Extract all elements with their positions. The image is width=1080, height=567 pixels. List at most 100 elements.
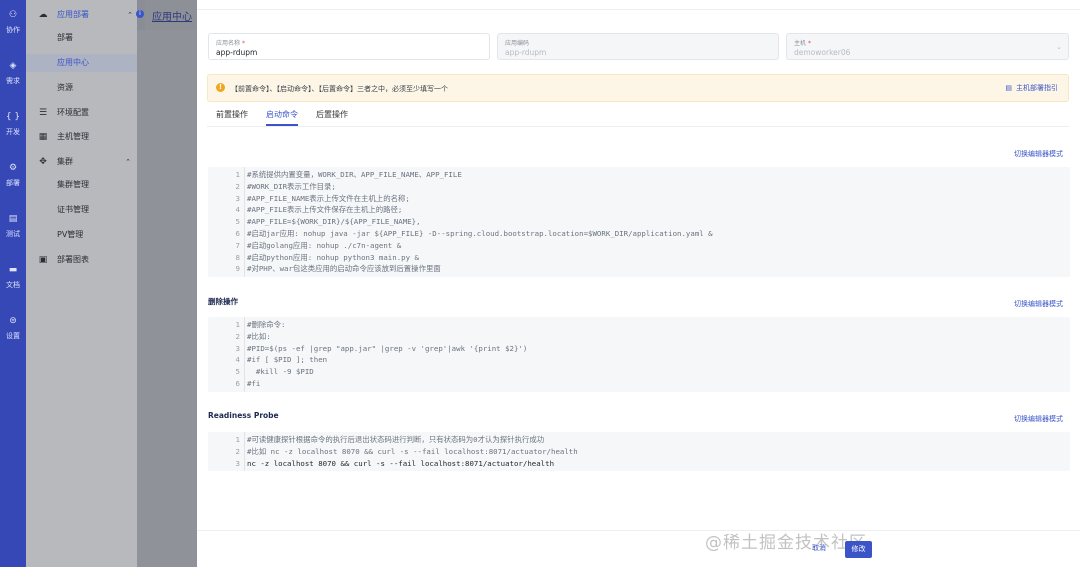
settings-icon: ⊜: [9, 316, 17, 326]
cube-icon: ◈: [9, 61, 17, 71]
line-number: 1: [235, 170, 240, 179]
app-code-label: 应用编码: [505, 40, 530, 47]
code-line: 4 #if [ $PID ]; then: [208, 354, 1070, 366]
sidebar-item-cluster[interactable]: ✥ 集群 ⌃: [26, 153, 137, 171]
sidebar-item-host-management[interactable]: ▦ 主机管理: [26, 128, 137, 146]
tab-post-operation[interactable]: 后置操作: [316, 109, 348, 126]
app-name-label: 应用名称: [216, 40, 241, 47]
line-number: 4: [235, 205, 240, 215]
sidebar-item-deploy-chart[interactable]: ▣ 部署图表: [26, 251, 137, 269]
watermark: @稀土掘金技术社区: [705, 533, 867, 553]
start-command-editor[interactable]: 1 #系统提供内置变量，WORK_DIR、APP_FILE_NAME、APP_FI…: [208, 167, 1070, 277]
code-text: #APP_FILE=${WORK_DIR}/${APP_FILE_NAME},: [247, 217, 421, 227]
chevron-down-icon: ⌄: [1056, 43, 1062, 51]
test-icon: ▤: [8, 214, 18, 224]
rail-item-test[interactable]: ▤ 测试: [0, 213, 26, 239]
app-code-field: 应用编码 app-rdupm: [497, 33, 779, 60]
app-name-value: app-rdupm: [216, 48, 258, 57]
code-text: #启动jar应用: nohup java -jar ${APP_FILE} -D…: [247, 228, 713, 238]
code-line: 6 #启动jar应用: nohup java -jar ${APP_FILE} -…: [208, 228, 1070, 240]
docs-icon: ▬: [8, 265, 18, 275]
cloud-icon: ☁: [38, 10, 48, 20]
tab-start-command[interactable]: 启动命令: [266, 109, 298, 126]
switch-editor-mode-button[interactable]: 切换编辑器模式: [1014, 149, 1063, 159]
code-line: 3 nc -z localhost 8070 && curl -s --fail …: [208, 458, 1070, 470]
cancel-button[interactable]: 取消: [812, 543, 826, 553]
rail-item-settings[interactable]: ⊜ 设置: [0, 315, 26, 341]
tab-pre-operation[interactable]: 前置操作: [216, 109, 248, 126]
code-line: 3 #APP_FILE_NAME表示上传文件在主机上的名称;: [208, 193, 1070, 205]
page-title: 应用中心: [152, 12, 192, 23]
tab-divider: [207, 126, 1069, 127]
line-number: 4: [235, 355, 240, 365]
app-name-field[interactable]: 应用名称 * app-rdupm: [208, 33, 490, 60]
code-text: #APP_FILE_NAME表示上传文件在主机上的名称;: [247, 193, 410, 203]
readiness-probe-title: Readiness Probe: [208, 411, 279, 420]
save-button[interactable]: 修改: [845, 541, 872, 558]
info-badge: i: [136, 10, 144, 18]
code-text: #可读健康探针根据命令的执行后退出状态码进行判断，只有状态码为0才认为探针执行成…: [247, 435, 545, 444]
line-number: 5: [235, 217, 240, 227]
code-text: #fi: [247, 378, 261, 388]
required-command-notice: ! 【前置命令】、【启动命令】、【后置命令】三者之中，必须至少填写一个 ▤ 主机部…: [207, 74, 1069, 102]
code-line: 2 #比如:: [208, 331, 1070, 343]
chevron-up-icon: ⌃: [125, 158, 131, 166]
required-mark: *: [242, 40, 246, 47]
code-line: 1 #系统提供内置变量，WORK_DIR、APP_FILE_NAME、APP_FI…: [208, 169, 1070, 181]
readiness-probe-editor[interactable]: 1 #可读健康探针根据命令的执行后退出状态码进行判断，只有状态码为0才认为探针执行…: [208, 432, 1070, 471]
line-number: 1: [235, 435, 240, 444]
code-line: 5 #APP_FILE=${WORK_DIR}/${APP_FILE_NAME},: [208, 216, 1070, 228]
chevron-up-icon: ⌃: [127, 11, 133, 19]
code-line: 3 #PID=$(ps -ef |grep "app.jar" |grep -v …: [208, 343, 1070, 355]
sidebar-item-cluster-management[interactable]: 集群管理: [26, 176, 137, 194]
chart-icon: ▣: [38, 255, 48, 265]
code-text: #比如 nc -z localhost 8070 && curl -s --fa…: [247, 446, 578, 456]
host-deploy-guide-link[interactable]: ▤ 主机部署指引: [1005, 83, 1058, 93]
sidebar-item-app-center[interactable]: 应用中心: [26, 54, 137, 72]
code-text: #对PHP、war包这类应用的启动命令应该放到后置操作里面: [247, 264, 441, 274]
sidebar-item-cert-management[interactable]: 证书管理: [26, 201, 137, 219]
rail-item-docs[interactable]: ▬ 文档: [0, 264, 26, 290]
code-line: 1 #可读健康探针根据命令的执行后退出状态码进行判断，只有状态码为0才认为探针执行…: [208, 434, 1070, 446]
sidebar-group-app-deploy[interactable]: ☁ 应用部署 ⌃: [26, 6, 137, 24]
secondary-sidebar: ☁ 应用部署 ⌃ 部署 应用中心 资源 ☰ 环境配置 ▦ 主机管理 ✥ 集群 ⌃ 集群管…: [26, 0, 137, 567]
sidebar-item-env-config[interactable]: ☰ 环境配置: [26, 104, 137, 122]
sidebar-item-pv-management[interactable]: PV管理: [26, 226, 137, 244]
icon-rail: ⚇ 协作 ◈ 需求 { } 开发 ⚙ 部署 ▤ 测试 ▬ 文档 ⊜ 设置: [0, 0, 26, 567]
code-text: #启动python应用: nohup python3 main.py &: [247, 252, 419, 262]
host-value: demoworker06: [794, 48, 851, 57]
deploy-icon: ⚙: [8, 163, 18, 173]
code-text: #启动golang应用: nohup ./c7n-agent &: [247, 240, 402, 250]
delete-command-editor[interactable]: 1 #删除命令: 2 #比如: 3 #PID=$(ps -ef |grep "app.ja…: [208, 317, 1070, 392]
line-number: 8: [235, 252, 240, 262]
rail-item-deploy[interactable]: ⚙ 部署: [0, 162, 26, 188]
code-line: 2 #WORK_DIR表示工作目录;: [208, 181, 1070, 193]
rail-item-develop[interactable]: { } 开发: [0, 111, 26, 137]
switch-editor-mode-button[interactable]: 切换编辑器模式: [1014, 414, 1063, 424]
edit-app-drawer: 应用名称 * app-rdupm 应用编码 app-rdupm 主机 * demow…: [197, 0, 1080, 567]
rail-item-requirements[interactable]: ◈ 需求: [0, 60, 26, 86]
host-select[interactable]: 主机 * demoworker06 ⌄: [786, 33, 1069, 60]
code-icon: { }: [5, 112, 21, 122]
background-content: [137, 30, 197, 567]
code-text: #系统提供内置变量，WORK_DIR、APP_FILE_NAME、APP_FIL…: [247, 170, 462, 179]
code-line: 1 #删除命令:: [208, 319, 1070, 331]
line-number: 2: [235, 331, 240, 341]
sidebar-item-deploy[interactable]: 部署: [26, 29, 137, 47]
delete-operation-title: 删除操作: [208, 297, 238, 306]
switch-editor-mode-button[interactable]: 切换编辑器模式: [1014, 299, 1063, 309]
code-text: nc -z localhost 8070 && curl -s --fail l…: [247, 458, 555, 468]
sliders-icon: ☰: [38, 108, 48, 118]
code-line: 5 #kill -9 $PID: [208, 366, 1070, 378]
code-text: #比如:: [247, 331, 271, 341]
rail-item-collab[interactable]: ⚇ 协作: [0, 9, 26, 35]
line-number: 1: [235, 320, 240, 329]
footer-divider: [197, 530, 1080, 531]
line-number: 6: [235, 378, 240, 388]
sidebar-item-resources[interactable]: 资源: [26, 79, 137, 97]
notice-message: 【前置命令】、【启动命令】、【后置命令】三者之中，必须至少填写一个: [231, 85, 448, 93]
line-number: 6: [235, 228, 240, 238]
code-line: 7 #启动golang应用: nohup ./c7n-agent &: [208, 240, 1070, 252]
code-text: #删除命令:: [247, 320, 286, 329]
code-text: #APP_FILE表示上传文件保存在主机上的路径;: [247, 205, 403, 215]
